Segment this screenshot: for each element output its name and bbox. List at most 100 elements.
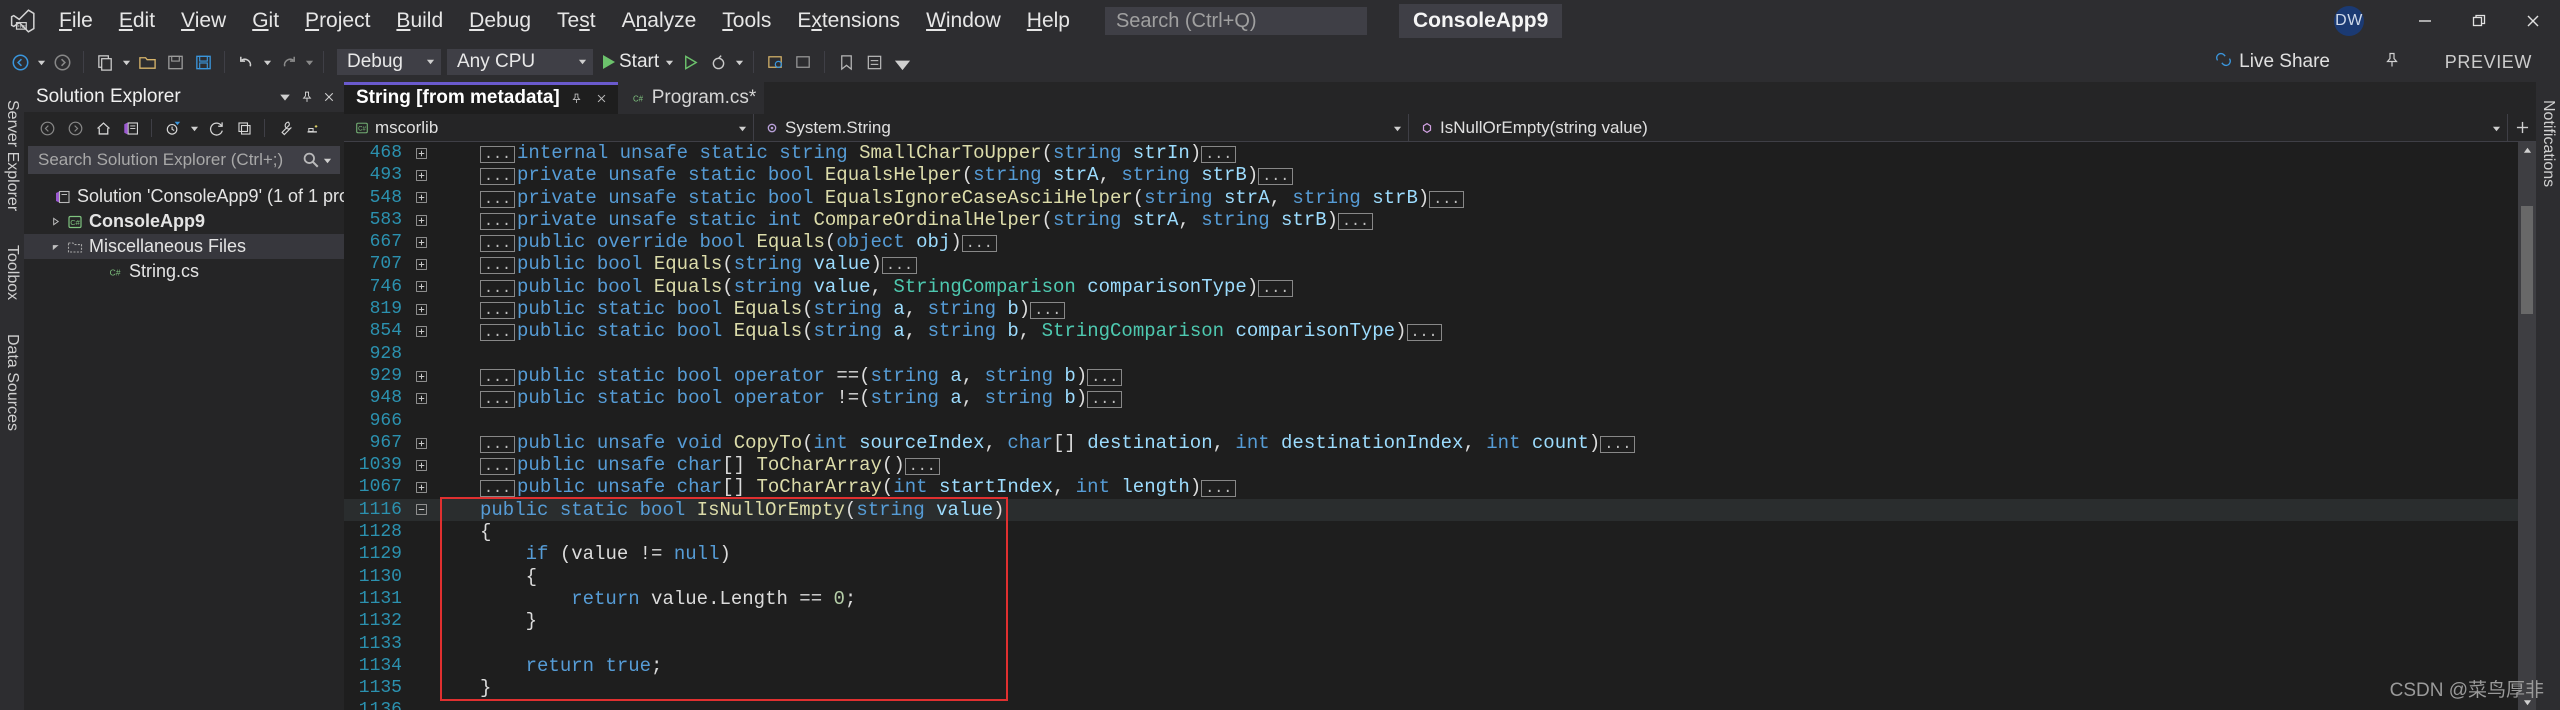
undo-dropdown-icon[interactable]	[260, 45, 274, 79]
collapsed-region-badge[interactable]: ...	[480, 324, 516, 342]
collapsed-region-badge[interactable]: ...	[480, 279, 516, 297]
split-view-icon[interactable]	[2508, 114, 2536, 141]
code-line[interactable]: 746... public bool Equals(string value, S…	[344, 276, 2518, 298]
start-play-icon[interactable]	[603, 55, 615, 69]
back-icon[interactable]	[34, 115, 60, 141]
code-line[interactable]: 1039... public unsafe char[] ToCharArray(…	[344, 454, 2518, 476]
open-file-icon[interactable]	[133, 45, 161, 79]
avatar[interactable]: DW	[2334, 6, 2364, 36]
tree-node-solution[interactable]: Solution 'ConsoleApp9' (1 of 1 project)	[24, 184, 383, 209]
editor-vertical-scrollbar[interactable]	[2518, 142, 2536, 710]
restore-icon[interactable]	[2452, 0, 2506, 42]
collapsed-region-badge[interactable]: ...	[881, 257, 917, 275]
code-line[interactable]: 493... private unsafe static bool EqualsH…	[344, 164, 2518, 186]
navbar-member-dropdown[interactable]: IsNullOrEmpty(string value)	[1409, 114, 2508, 141]
collapsed-region-badge[interactable]: ...	[1258, 168, 1294, 186]
code-line[interactable]: 1129 if (value != null)	[344, 543, 2518, 565]
outlining-expand-icon[interactable]	[410, 147, 432, 159]
outlining-expand-icon[interactable]	[410, 370, 432, 382]
navigate-forward-icon[interactable]	[48, 45, 76, 79]
collapsed-region-badge[interactable]: ...	[1030, 302, 1066, 320]
outlining-expand-icon[interactable]	[410, 326, 432, 337]
outlining-expand-icon[interactable]	[410, 170, 432, 181]
menu-edit[interactable]: Edit	[106, 0, 168, 42]
code-line[interactable]: 1067... public unsafe char[] ToCharArray(…	[344, 476, 2518, 498]
search-options-dropdown-icon[interactable]	[320, 143, 334, 177]
bookmark-icon[interactable]	[832, 45, 860, 79]
collapse-all-icon[interactable]	[231, 115, 257, 141]
quick-launch-search[interactable]	[1104, 7, 1396, 40]
pin-toolbar-icon[interactable]	[2384, 52, 2400, 73]
tab-string-from-metadata[interactable]: String [from metadata]	[344, 82, 618, 114]
collapsed-region-badge[interactable]: ...	[1201, 146, 1237, 163]
code-lines[interactable]: 468... internal unsafe static string Smal…	[344, 142, 2518, 710]
collapsed-region-badge[interactable]: ...	[1338, 212, 1374, 230]
navigate-backward-dropdown-icon[interactable]	[34, 45, 48, 79]
navigate-backward-icon[interactable]	[6, 45, 34, 79]
rail-item-toolbox[interactable]: Toolbox	[0, 235, 24, 310]
close-icon[interactable]	[593, 90, 610, 107]
menu-extensions[interactable]: Extensions	[784, 0, 913, 42]
code-line[interactable]: 966	[344, 410, 2518, 432]
menu-build[interactable]: Build	[383, 0, 456, 42]
menu-project[interactable]: Project	[292, 0, 383, 42]
code-line[interactable]: 1130 {	[344, 566, 2518, 588]
save-icon[interactable]	[161, 45, 189, 79]
code-line[interactable]: 1134 return true;	[344, 655, 2518, 677]
solution-explorer-search-input[interactable]	[38, 150, 302, 170]
scrollbar-thumb[interactable]	[2521, 206, 2533, 314]
menu-view[interactable]: View	[168, 0, 239, 42]
menu-debug[interactable]: Debug	[456, 0, 544, 42]
outlining-expand-icon[interactable]	[410, 236, 432, 248]
collapsed-region-badge[interactable]: ...	[480, 146, 516, 163]
tree-twisty-collapsed-icon[interactable]	[46, 217, 64, 226]
chevron-down-icon[interactable]	[276, 88, 294, 106]
refresh-icon[interactable]	[203, 115, 229, 141]
outlining-expand-icon[interactable]	[410, 459, 432, 471]
menu-file[interactable]: File	[46, 0, 106, 42]
code-line[interactable]: 707... public bool Equals(string value)..…	[344, 253, 2518, 275]
collapsed-region-badge[interactable]: ...	[480, 368, 516, 386]
collapsed-region-badge[interactable]: ...	[904, 458, 940, 476]
pin-icon[interactable]	[298, 88, 316, 106]
home-icon[interactable]	[90, 115, 116, 141]
collapsed-region-badge[interactable]: ...	[480, 257, 516, 275]
live-share-button[interactable]: Live Share	[2215, 51, 2330, 74]
undo-icon[interactable]	[232, 45, 260, 79]
code-line[interactable]: 929... public static bool operator ==(str…	[344, 365, 2518, 387]
outlining-expand-icon[interactable]	[410, 214, 432, 226]
code-surface[interactable]: 468... internal unsafe static string Smal…	[344, 142, 2536, 710]
filter-dropdown-icon[interactable]	[187, 111, 201, 145]
start-button-label[interactable]: Start	[619, 51, 659, 73]
save-all-icon[interactable]	[189, 45, 217, 79]
navbar-type-dropdown[interactable]: System.String	[754, 114, 1409, 141]
redo-dropdown-icon[interactable]	[302, 45, 316, 79]
start-without-debugging-icon[interactable]	[676, 45, 704, 79]
search-input[interactable]	[1115, 9, 1381, 33]
menu-tools[interactable]: Tools	[709, 0, 784, 42]
code-line[interactable]: 854... public static bool Equals(string a…	[344, 320, 2518, 342]
solution-view-icon[interactable]	[118, 115, 144, 141]
more-toolbar-options-icon[interactable]	[888, 45, 916, 79]
code-line[interactable]: 1128 {	[344, 521, 2518, 543]
new-project-dropdown-icon[interactable]	[119, 45, 133, 79]
collapsed-region-badge[interactable]: ...	[1600, 435, 1636, 453]
properties-wrench-icon[interactable]	[272, 115, 298, 141]
minimize-icon[interactable]	[2398, 0, 2452, 42]
code-line[interactable]: 583... private unsafe static int CompareO…	[344, 209, 2518, 231]
code-line[interactable]: 1135}	[344, 677, 2518, 699]
code-line[interactable]: 667... public override bool Equals(object…	[344, 231, 2518, 253]
collapsed-region-badge[interactable]: ...	[480, 480, 516, 498]
menu-git[interactable]: Git	[239, 0, 292, 42]
tab-program-cs[interactable]: C# Program.cs*	[617, 82, 765, 114]
close-icon[interactable]	[320, 88, 338, 106]
code-line[interactable]: 928	[344, 343, 2518, 365]
live-visual-tree-icon[interactable]	[789, 45, 817, 79]
rail-item-data-sources[interactable]: Data Sources	[0, 324, 24, 441]
collapsed-region-badge[interactable]: ...	[1087, 391, 1123, 409]
forward-icon[interactable]	[62, 115, 88, 141]
code-line[interactable]: 468... internal unsafe static string Smal…	[344, 142, 2518, 164]
tree-node-string-cs[interactable]: C# String.cs	[24, 259, 344, 284]
code-line[interactable]: 1136	[344, 699, 2518, 710]
solution-explorer-search[interactable]	[28, 146, 340, 174]
